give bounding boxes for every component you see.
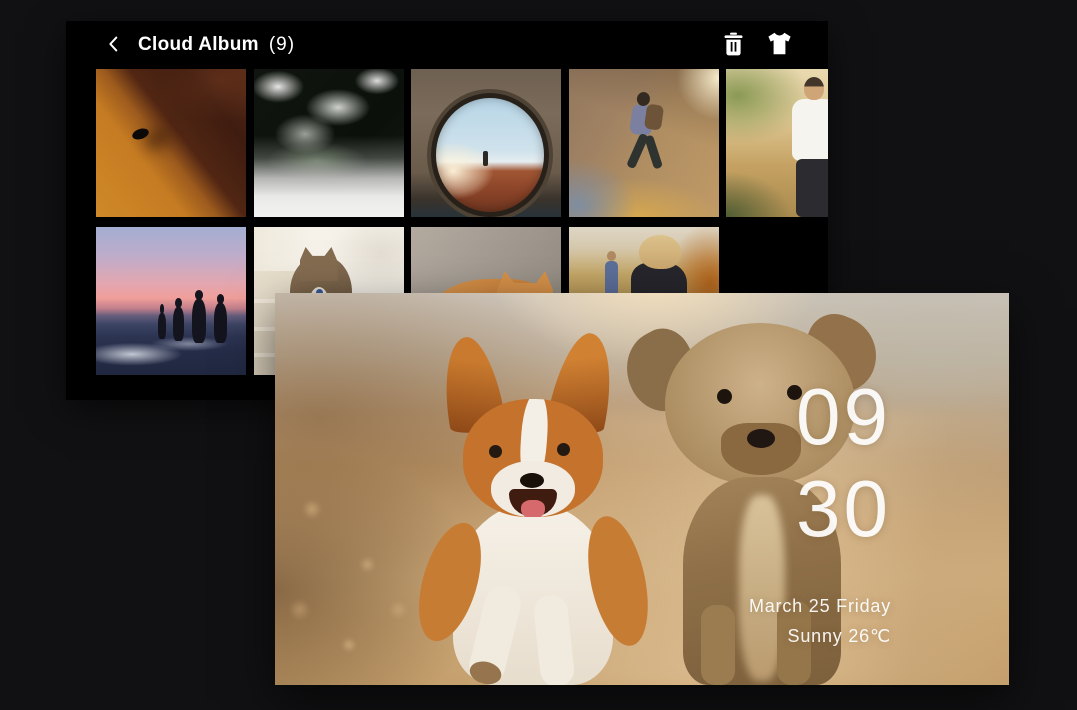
screensaver-card[interactable]: 09 30 March 25 Friday Sunny 26℃ [275, 293, 1009, 685]
corgi-head [463, 399, 603, 517]
beach-silhouette [158, 313, 166, 339]
beach-silhouette [192, 299, 206, 343]
tshirt-icon [767, 32, 792, 58]
page-title: Cloud Album [138, 34, 259, 56]
delete-button[interactable] [720, 32, 746, 58]
corgi-nose [520, 473, 544, 488]
beach-silhouette [173, 307, 184, 341]
clock-weather: Sunny 26℃ [749, 621, 891, 651]
corgi-eye [489, 445, 502, 458]
photo-thumbnail[interactable] [569, 69, 719, 217]
corgi-eye [557, 443, 570, 456]
clock-hour: 09 [749, 371, 891, 463]
clock-minute: 30 [749, 463, 891, 555]
clothes-button[interactable] [766, 32, 792, 58]
chevron-left-icon [103, 33, 125, 58]
trash-icon [723, 32, 744, 59]
clock-overlay: 09 30 March 25 Friday Sunny 26℃ [749, 371, 891, 651]
hiker-legs [627, 131, 667, 175]
terrier-leg [701, 605, 735, 685]
corgi-dog [425, 333, 645, 685]
father-figure [792, 99, 828, 161]
terrier-eye [717, 389, 732, 404]
photo-thumbnail[interactable] [254, 69, 404, 217]
photo-count: (9) [269, 34, 295, 56]
photo-thumbnail[interactable] [726, 69, 828, 217]
header-actions [720, 32, 792, 58]
photo-thumbnail[interactable] [96, 227, 246, 375]
photo-thumbnail[interactable] [96, 69, 246, 217]
clock-date: March 25 Friday [749, 591, 891, 621]
back-button[interactable] [102, 33, 126, 57]
album-header: Cloud Album (9) [66, 21, 828, 69]
page-background: Cloud Album (9) [0, 0, 1077, 710]
photo-thumbnail[interactable] [411, 69, 561, 217]
beach-silhouette [214, 303, 227, 343]
